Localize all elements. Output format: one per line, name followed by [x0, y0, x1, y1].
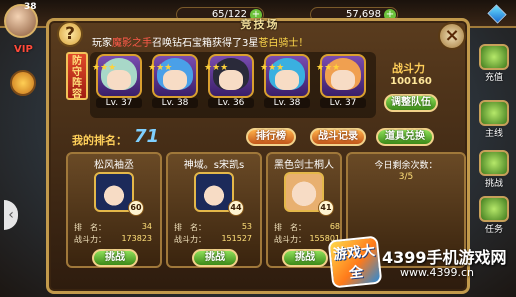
side-task[interactable]: 任务 — [476, 196, 512, 235]
watermark-url: www.4399.cn — [400, 266, 474, 279]
side-mainline[interactable]: 主线 — [476, 100, 512, 139]
opponent-power: 173823 — [121, 234, 152, 243]
hero-level: Lv. 36 — [208, 98, 254, 108]
opponent-rank-row: 排 名： 53 — [174, 222, 258, 233]
remaining-attempts-label: 今日剩余次数： — [374, 161, 438, 171]
opponent-power-label: 战斗力： — [274, 235, 306, 244]
game-screen: { "hud": { "player_level": "38", "vip": … — [0, 0, 516, 297]
team-hero[interactable]: ★★★ Lv. 38 — [260, 54, 310, 114]
recharge-icon — [479, 44, 509, 70]
opponent-rank-row: 排 名： 34 — [74, 222, 158, 233]
opponent-level-badge: 60 — [128, 200, 144, 216]
opponent-level-badge: 44 — [228, 200, 244, 216]
hero-face — [219, 70, 243, 90]
player-level: 38 — [24, 2, 37, 12]
opponent-rank: 34 — [141, 222, 152, 231]
opponent-rank: 68 — [329, 222, 340, 231]
opponent-rank-label: 排 名： — [74, 223, 106, 232]
hero-level: Lv. 37 — [320, 98, 366, 108]
notice-middle: 召唤钻石宝箱获得了3星 — [152, 38, 259, 49]
opponent-card: 松风袖丞 60 排 名： 34 战斗力： 173823 挑战 — [66, 152, 162, 268]
hero-face — [331, 70, 355, 90]
mainline-icon — [479, 100, 509, 126]
team-power-value: 100160 — [390, 76, 432, 87]
hero-face — [163, 70, 187, 90]
side-task-label: 任务 — [484, 225, 503, 235]
arena-title: 竞技场 — [240, 18, 280, 31]
diamond-icon[interactable] — [487, 4, 507, 24]
event-icon[interactable] — [10, 70, 36, 96]
notice-prefix: 玩家 — [92, 38, 112, 49]
vip-badge[interactable]: VIP — [14, 44, 33, 55]
challenge-button[interactable]: 挑战 — [192, 249, 238, 267]
opponent-rank: 53 — [241, 222, 252, 231]
hero-stars: ★★★ — [92, 64, 116, 73]
notice-reward: 苍白骑士！ — [258, 38, 309, 49]
hero-level: Lv. 38 — [152, 98, 198, 108]
opponent-name: 松风袖丞 — [94, 160, 134, 171]
defense-lineup-label: 防守阵容 — [66, 52, 88, 100]
opponent-power-label: 战斗力： — [174, 235, 206, 244]
leaderboard-button[interactable]: 排行榜 — [246, 128, 296, 146]
challenge-icon — [479, 150, 509, 176]
hero-face — [275, 70, 299, 90]
my-rank-value: 71 — [134, 126, 160, 147]
team-hero[interactable]: ★★★ Lv. 37 — [92, 54, 142, 114]
item-exchange-button[interactable]: 道具兑换 — [376, 128, 434, 146]
hero-stars: ★★★ — [260, 64, 284, 73]
side-recharge-label: 充值 — [484, 73, 503, 83]
my-rank-label: 我的排名： — [72, 134, 127, 147]
opponent-card: 神域。s宋凯s 44 排 名： 53 战斗力： 151527 挑战 — [166, 152, 262, 268]
battle-log-button[interactable]: 战斗记录 — [310, 128, 366, 146]
team-hero[interactable]: ★★★ Lv. 36 — [204, 54, 254, 114]
opponent-name: 黑色剑士桐人 — [274, 160, 334, 171]
opponent-rank-label: 排 名： — [174, 223, 206, 232]
hero-stars: ★★★ — [316, 64, 340, 73]
team-hero[interactable]: ★★★ Lv. 38 — [148, 54, 198, 114]
opponent-power-label: 战斗力： — [74, 235, 106, 244]
team-power-label: 战斗力 — [392, 62, 425, 75]
hero-level: Lv. 37 — [96, 98, 142, 108]
hero-level: Lv. 38 — [264, 98, 310, 108]
watermark-text: 4399手机游戏网 — [382, 248, 507, 267]
help-button[interactable]: ? — [57, 21, 83, 47]
task-icon — [479, 196, 509, 222]
challenge-button[interactable]: 挑战 — [92, 249, 138, 267]
opponent-level-badge: 41 — [318, 200, 334, 216]
broadcast-notice: 玩家魔影之手召唤钻石宝箱获得了3星苍白骑士！ — [92, 34, 432, 50]
opponent-power-row: 战斗力： 173823 — [74, 234, 158, 245]
opponent-rank-row: 排 名： 68 — [274, 222, 342, 233]
adjust-team-button[interactable]: 调整队伍 — [384, 94, 438, 112]
side-challenge[interactable]: 挑战 — [476, 150, 512, 189]
watermark-logo: 游戏大全 — [327, 235, 383, 289]
hero-stars: ★★★ — [204, 64, 228, 73]
opponent-power: 151527 — [221, 234, 252, 243]
hero-stars: ★★★ — [148, 64, 172, 73]
team-hero[interactable]: ★★★ Lv. 37 — [316, 54, 366, 114]
challenge-button[interactable]: 挑战 — [282, 249, 328, 267]
notice-player: 魔影之手 — [112, 38, 152, 49]
side-recharge[interactable]: 充值 — [476, 44, 512, 83]
expand-left-arrow-icon[interactable]: ‹ — [4, 200, 18, 230]
opponent-power-row: 战斗力： 151527 — [174, 234, 258, 245]
side-challenge-label: 挑战 — [484, 179, 503, 189]
hero-face — [107, 70, 131, 90]
remaining-attempts-value: 3/5 — [398, 172, 414, 182]
close-button[interactable]: × — [438, 22, 466, 50]
opponent-rank-label: 排 名： — [274, 223, 306, 232]
opponent-name: 神域。s宋凯s — [183, 160, 245, 171]
side-mainline-label: 主线 — [484, 129, 503, 139]
